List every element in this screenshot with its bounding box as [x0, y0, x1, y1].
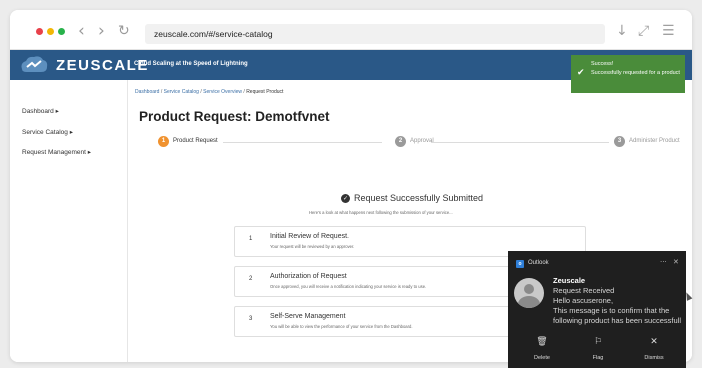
- card-number: 2: [249, 276, 253, 282]
- close-window-button[interactable]: [36, 28, 43, 35]
- maximize-window-button[interactable]: [58, 28, 65, 35]
- close-icon[interactable]: ✕: [673, 258, 679, 266]
- notification-app-name: Outlook: [528, 260, 549, 266]
- chevron-left-icon[interactable]: ‹: [78, 21, 85, 41]
- avatar: [514, 278, 544, 308]
- notification-body-line: Hello ascuserone,: [553, 296, 614, 305]
- reload-icon[interactable]: ↻: [118, 23, 130, 39]
- success-subtitle: Here's a look at what happens next follo…: [309, 210, 453, 215]
- step-label: Administer Product: [629, 138, 680, 144]
- card-title: Authorization of Request: [270, 273, 347, 280]
- flag-button[interactable]: ⚐ Flag: [578, 337, 618, 361]
- sidebar-item-request-management[interactable]: Request Management ▸: [22, 148, 91, 156]
- dismiss-button[interactable]: ✕ Dismiss: [634, 337, 674, 361]
- tagline: Cloud Scaling at the Speed of Lightning: [134, 61, 248, 67]
- chevron-right-icon[interactable]: ›: [98, 21, 105, 41]
- delete-button[interactable]: 🗑 Delete: [522, 337, 562, 361]
- breadcrumb-service-catalog[interactable]: Service Catalog: [164, 89, 199, 95]
- logo-icon: [21, 56, 48, 72]
- toast-message: Successfully requested for a product: [591, 70, 680, 76]
- breadcrumb: Dashboard / Service Catalog / Service Ov…: [135, 89, 283, 95]
- browser-toolbar: ‹ › ↻ zeuscale.com/#/service-catalog ↓ ⤢…: [10, 10, 692, 50]
- expand-icon[interactable]: ⤢: [638, 23, 649, 39]
- step-number: 3: [614, 136, 625, 147]
- breadcrumb-service-overview[interactable]: Service Overview: [203, 89, 242, 95]
- close-icon: ✕: [650, 337, 658, 347]
- address-bar[interactable]: zeuscale.com/#/service-catalog: [145, 24, 605, 44]
- step-label: Approval: [410, 138, 434, 144]
- minimize-window-button[interactable]: [47, 28, 54, 35]
- card-number: 1: [249, 236, 253, 242]
- flag-label: Flag: [592, 355, 604, 361]
- check-circle-icon: ✓: [341, 194, 350, 203]
- notification-body-line: This message is to confirm that the: [553, 306, 670, 315]
- success-toast[interactable]: ✔ Success! Successfully requested for a …: [571, 55, 685, 93]
- page-title: Product Request: Demotfvnet: [139, 109, 330, 124]
- more-options-icon[interactable]: ···: [660, 258, 667, 266]
- menu-icon[interactable]: ☰: [662, 23, 675, 39]
- notification-subject: Request Received: [553, 286, 615, 295]
- step-connector: [223, 142, 382, 143]
- notification-body-line: following product has been successfull: [553, 316, 681, 325]
- sidebar-item-service-catalog[interactable]: Service Catalog ▸: [22, 128, 73, 136]
- flag-icon: ⚐: [593, 337, 603, 347]
- card-description: You will be able to view the performance…: [270, 324, 413, 329]
- checkmark-icon: ✔: [577, 68, 585, 78]
- sidebar-item-dashboard[interactable]: Dashboard ▸: [22, 107, 59, 115]
- step-connector: [431, 142, 609, 143]
- trash-icon: 🗑: [536, 337, 548, 347]
- breadcrumb-current: Request Product: [246, 89, 284, 95]
- card-number: 3: [249, 316, 253, 322]
- step-number: 2: [395, 136, 406, 147]
- success-title: Request Successfully Submitted: [354, 193, 484, 203]
- card-description: Once approved, you will receive a notifi…: [270, 284, 427, 289]
- delete-label: Delete: [534, 355, 550, 361]
- step-label: Product Request: [173, 138, 218, 144]
- outlook-icon: o: [516, 260, 524, 268]
- step-number: 1: [158, 136, 169, 147]
- toast-title: Success!: [591, 61, 614, 67]
- outlook-notification[interactable]: o Outlook ··· ✕ Zeuscale Request Receive…: [508, 251, 686, 368]
- card-description: Your request will be reviewed by an appr…: [270, 244, 355, 249]
- breadcrumb-dashboard[interactable]: Dashboard: [135, 89, 159, 95]
- sidebar: Dashboard ▸ Service Catalog ▸ Request Ma…: [10, 80, 128, 362]
- card-title: Self-Serve Management: [270, 313, 346, 320]
- download-icon[interactable]: ↓: [616, 23, 628, 39]
- notification-sender: Zeuscale: [553, 276, 586, 285]
- card-title: Initial Review of Request.: [270, 233, 349, 240]
- dismiss-label: Dismiss: [644, 355, 664, 361]
